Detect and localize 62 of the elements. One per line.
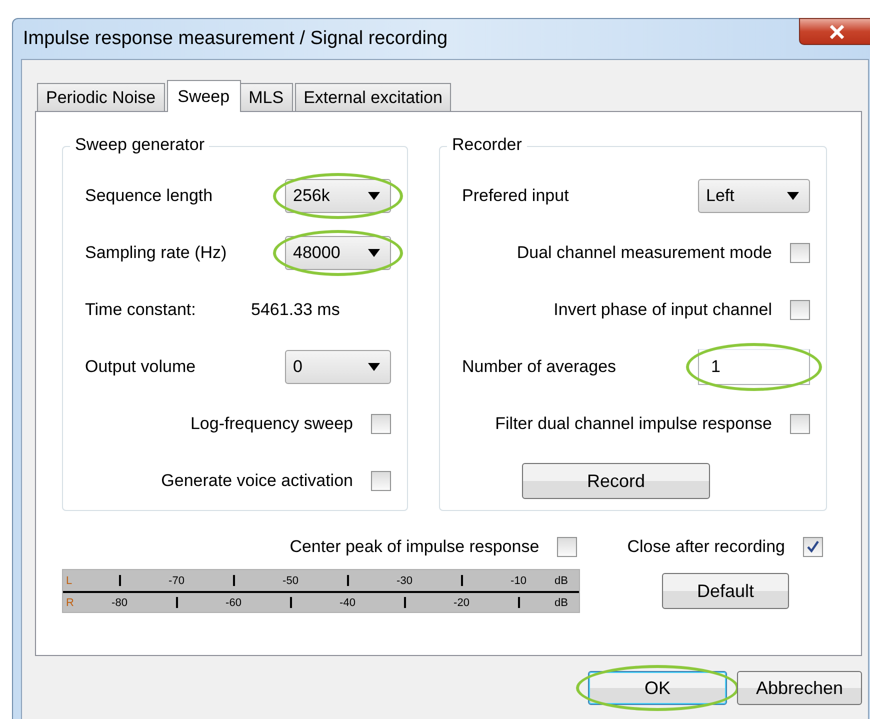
field-label: Sequence length bbox=[85, 186, 214, 206]
scale-label: -20 bbox=[452, 596, 470, 608]
dropdown[interactable]: 48000 bbox=[285, 236, 391, 270]
field-label: Number of averages bbox=[462, 357, 618, 377]
checkbox[interactable] bbox=[803, 537, 823, 557]
field-label: Time constant: bbox=[85, 300, 197, 320]
record-button[interactable]: Record bbox=[522, 463, 710, 499]
field-label: Prefered input bbox=[462, 186, 570, 206]
checkbox[interactable] bbox=[790, 300, 810, 320]
scale-label: -70 bbox=[168, 574, 186, 586]
tab[interactable]: External excitation bbox=[294, 83, 452, 111]
unit-label: dB bbox=[554, 574, 569, 586]
checkbox-label: Generate voice activation bbox=[161, 471, 353, 491]
checkbox[interactable] bbox=[557, 537, 578, 557]
dialog-button[interactable]: OK bbox=[588, 671, 727, 705]
checkbox[interactable] bbox=[371, 471, 391, 491]
dropdown[interactable]: 0 bbox=[285, 350, 391, 384]
tab[interactable]: Periodic Noise bbox=[37, 83, 165, 111]
value-text: 5461.33 ms bbox=[251, 300, 341, 320]
tick-mark bbox=[460, 575, 462, 586]
dropdown[interactable]: 256k bbox=[285, 179, 391, 213]
checkbox-label: Filter dual channel impulse response bbox=[495, 414, 772, 434]
tick-mark bbox=[404, 597, 406, 608]
checkbox-label: Invert phase of input channel bbox=[554, 300, 772, 320]
tick-mark bbox=[346, 575, 348, 586]
window-title: Impulse response measurement / Signal recording bbox=[23, 28, 448, 50]
tick-mark bbox=[518, 597, 520, 608]
group-title: Sweep generator bbox=[70, 135, 210, 155]
checkbox-label: Log-frequency sweep bbox=[190, 414, 353, 434]
field-label: Output volume bbox=[85, 357, 197, 377]
tick-mark bbox=[176, 597, 178, 608]
dropdown[interactable]: Left bbox=[698, 179, 810, 213]
scale-label: -40 bbox=[338, 596, 356, 608]
scale-label: -10 bbox=[510, 574, 528, 586]
dialog-button[interactable]: Abbrechen bbox=[737, 671, 862, 705]
tick-mark bbox=[290, 597, 292, 608]
tick-mark bbox=[232, 575, 234, 586]
close-icon bbox=[829, 24, 845, 38]
scale-label: -30 bbox=[396, 574, 414, 586]
tab[interactable]: MLS bbox=[240, 83, 293, 111]
channel-label: R bbox=[65, 596, 75, 608]
tab[interactable]: Sweep bbox=[166, 80, 241, 112]
caret-icon bbox=[368, 363, 380, 371]
close-button[interactable] bbox=[799, 18, 870, 45]
input-field[interactable]: 1 bbox=[698, 349, 810, 385]
scale-label: -80 bbox=[110, 596, 128, 608]
default-button[interactable]: Default bbox=[662, 573, 789, 609]
scale-label: -60 bbox=[224, 596, 242, 608]
caret-icon bbox=[787, 192, 799, 200]
tick-mark bbox=[118, 575, 120, 586]
checkbox-label: Dual channel measurement mode bbox=[516, 243, 772, 263]
checkbox-label: Close after recording bbox=[627, 537, 785, 557]
checkbox[interactable] bbox=[790, 414, 810, 434]
channel-label: L bbox=[65, 574, 74, 586]
unit-label: dB bbox=[554, 596, 569, 608]
scale-label: -50 bbox=[282, 574, 300, 586]
checkbox[interactable] bbox=[790, 243, 810, 263]
checkbox[interactable] bbox=[371, 414, 391, 434]
caret-icon bbox=[368, 192, 380, 200]
caret-icon bbox=[368, 249, 380, 257]
field-label: Sampling rate (Hz) bbox=[85, 243, 228, 263]
checkbox-label: Center peak of impulse response bbox=[290, 537, 540, 557]
